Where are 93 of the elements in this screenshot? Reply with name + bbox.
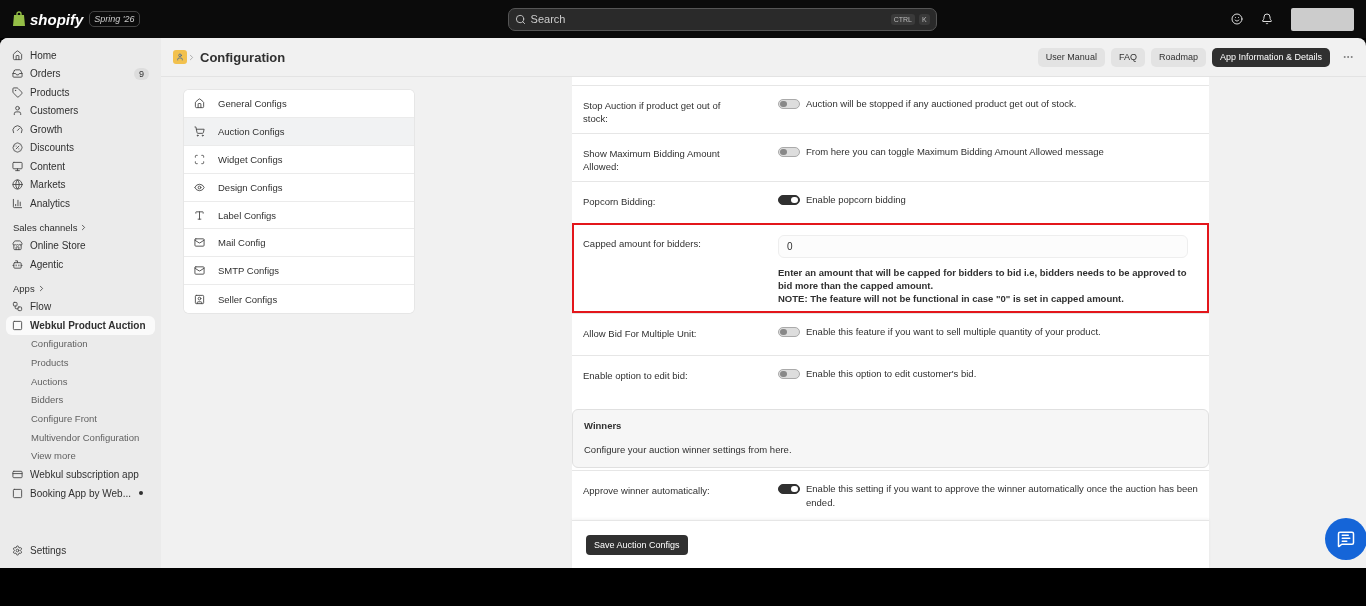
config-menu-item[interactable]: Auction Configs xyxy=(184,117,414,146)
count-badge: 9 xyxy=(134,67,149,80)
nav-icon xyxy=(12,86,23,98)
channel-icon xyxy=(12,258,23,270)
setting-description: Enable this setting if you want to approve the winner automatically once the auction has been ended. xyxy=(806,482,1198,510)
breadcrumb-chevron-icon xyxy=(187,52,196,62)
sidebar-subitem[interactable]: Configure Front xyxy=(6,409,155,428)
sidebar-item[interactable]: Growth xyxy=(6,120,155,139)
toggle-switch[interactable] xyxy=(778,147,800,157)
sidebar-item[interactable]: Agentic xyxy=(6,255,155,274)
sidebar-item[interactable]: Booking App by Web... xyxy=(6,483,155,503)
help-text: NOTE: The feature will not be functional in case "0" is set in capped amount. xyxy=(778,292,1125,305)
sidebar-item[interactable]: Webkul subscription app xyxy=(6,465,155,484)
section-heading[interactable]: Apps xyxy=(13,283,35,294)
setting-description: Enable this feature if you want to sell multiple quantity of your product. xyxy=(806,325,1101,339)
menu-icon xyxy=(194,181,205,193)
sidebar-item[interactable]: Markets xyxy=(6,175,155,194)
assistant-icon[interactable] xyxy=(1231,13,1243,25)
sidebar-item[interactable]: Content xyxy=(6,157,155,176)
sidebar-subitem[interactable]: Products xyxy=(6,353,155,372)
section-description: Configure your auction winner settings from here. xyxy=(584,443,793,457)
sidebar-subitem[interactable]: View more xyxy=(6,446,155,466)
sidebar-subitem[interactable]: Bidders xyxy=(6,390,155,410)
section-heading[interactable]: Sales channels xyxy=(13,222,78,233)
sidebar-item[interactable]: Discounts xyxy=(6,138,155,157)
menu-icon xyxy=(194,237,205,249)
chat-icon xyxy=(1337,530,1355,548)
sidebar-item[interactable]: Customers xyxy=(6,101,155,120)
setting-label: Allow Bid For Multiple Unit: xyxy=(583,327,698,341)
menu-icon xyxy=(194,209,205,221)
page-title: Configuration xyxy=(200,49,286,65)
sidebar-item[interactable]: Products xyxy=(6,83,155,102)
sidebar-subitem[interactable]: Auctions xyxy=(6,371,155,391)
sidebar-item[interactable]: Home xyxy=(6,46,155,65)
shopping-bag-logo-icon xyxy=(12,11,26,27)
config-menu-item[interactable]: General Configs xyxy=(184,90,414,118)
toggle-switch[interactable] xyxy=(778,99,800,109)
setting-label: Approve winner automatically: xyxy=(583,484,711,498)
setting-description: Auction will be stopped if any auctioned product get out of stock. xyxy=(806,97,1077,111)
edition-badge: Spring '26 xyxy=(89,11,140,27)
menu-icon xyxy=(194,97,205,109)
header-button[interactable]: FAQ xyxy=(1110,47,1145,67)
section-title: Winners xyxy=(584,420,623,431)
nav-icon xyxy=(12,197,23,209)
logo-text: shopify xyxy=(30,10,84,28)
sidebar-item[interactable]: Orders 9 xyxy=(6,64,155,83)
sidebar-subitem[interactable]: Configuration xyxy=(6,334,155,354)
nav-icon xyxy=(12,49,23,61)
nav-icon xyxy=(12,68,23,80)
setting-description: Enable popcorn bidding xyxy=(806,193,906,207)
menu-icon xyxy=(194,293,205,305)
menu-icon xyxy=(194,265,205,277)
sidebar-item[interactable]: Settings xyxy=(6,541,155,560)
setting-label: Popcorn Bidding: xyxy=(583,195,657,209)
search-icon xyxy=(514,13,526,25)
settings-icon xyxy=(12,545,23,557)
channel-icon xyxy=(12,240,23,252)
sidebar-item[interactable]: Analytics xyxy=(6,194,155,213)
nav-icon xyxy=(12,142,23,154)
setting-label: Enable option to edit bid: xyxy=(583,369,689,383)
setting-label: Show Maximum Bidding Amount Allowed: xyxy=(583,147,721,173)
save-button[interactable]: Save Auction Configs xyxy=(586,534,688,555)
app-icon xyxy=(173,50,187,64)
help-text: Enter an amount that will be capped for bidders to bid i.e, bidders needs to be approved to bid more than the capped amount. xyxy=(778,266,1188,292)
app-icon xyxy=(12,469,23,481)
menu-icon xyxy=(194,125,205,137)
setting-label: Capped amount for bidders: xyxy=(583,237,702,251)
amount-input-field[interactable]: 0 xyxy=(778,235,1188,258)
toggle-switch[interactable] xyxy=(778,327,800,337)
notification-icon[interactable] xyxy=(1261,13,1273,25)
header-button[interactable]: App Information & Details xyxy=(1211,47,1330,67)
toggle-switch[interactable] xyxy=(778,195,800,205)
nav-icon xyxy=(12,123,23,135)
header-button[interactable]: User Manual xyxy=(1037,47,1105,67)
menu-icon xyxy=(194,153,205,165)
sidebar-item[interactable]: Webkul Product Auction xyxy=(6,316,155,335)
sidebar-subitem[interactable]: Multivendor Configuration xyxy=(6,427,155,447)
toggle-switch[interactable] xyxy=(778,484,800,494)
setting-description: Enable this option to edit customer's bid. xyxy=(806,367,977,381)
header-button[interactable]: Roadmap xyxy=(1150,47,1206,67)
nav-icon xyxy=(12,160,23,172)
chat-button[interactable] xyxy=(1325,518,1366,560)
setting-label: Stop Auction if product get out of stock: xyxy=(583,99,722,125)
toggle-switch[interactable] xyxy=(778,369,800,379)
store-menu-placeholder[interactable] xyxy=(1291,7,1354,31)
app-icon xyxy=(12,319,23,331)
app-icon xyxy=(12,487,23,499)
sidebar-item[interactable]: Online Store xyxy=(6,236,155,255)
sidebar-item[interactable]: Flow xyxy=(6,297,155,316)
nav-icon xyxy=(12,105,23,117)
setting-description: From here you can toggle Maximum Bidding Amount Allowed message xyxy=(806,145,1104,159)
app-icon xyxy=(12,301,23,313)
nav-icon xyxy=(12,179,23,191)
